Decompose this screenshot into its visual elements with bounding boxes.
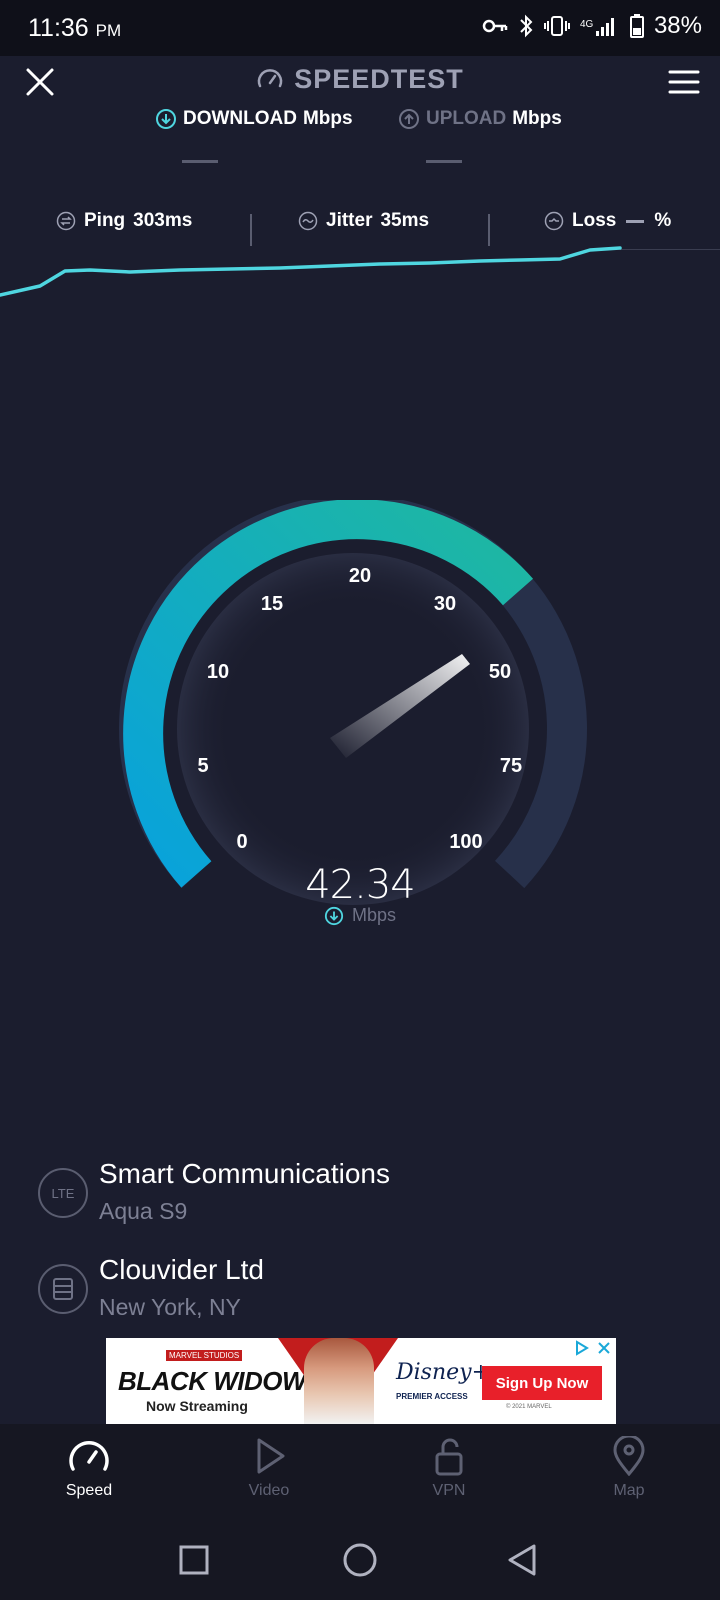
loss-icon <box>544 211 564 231</box>
ad-cta-button[interactable]: Sign Up Now <box>482 1366 602 1400</box>
lte-badge: LTE <box>51 1185 75 1201</box>
jitter-stat: Jitter 35ms <box>298 210 429 232</box>
vibrate-icon <box>543 16 570 36</box>
upload-unit: Mbps <box>512 108 562 129</box>
back-icon[interactable] <box>502 1540 542 1580</box>
nav-video[interactable]: Video <box>209 1436 329 1500</box>
ad-studio: MARVEL STUDIOS <box>166 1350 243 1361</box>
ping-stat: Ping 303ms <box>56 210 192 232</box>
server-location: New York, NY <box>99 1294 241 1320</box>
bluetooth-icon <box>520 14 533 38</box>
bottom-nav: Speed Video VPN Map <box>0 1424 720 1520</box>
tick-label: 100 <box>449 831 482 853</box>
tick-label: 15 <box>261 593 283 615</box>
svg-text:4G: 4G <box>580 19 594 30</box>
ad-choices-icon[interactable] <box>574 1340 590 1356</box>
download-value-placeholder <box>182 160 218 163</box>
battery-icon <box>629 14 644 38</box>
tick-label: 50 <box>489 661 511 683</box>
isp-name: Smart Communications <box>99 1158 390 1189</box>
ad-controls <box>574 1340 612 1356</box>
nav-map-label: Map <box>613 1482 645 1499</box>
tick-label: 0 <box>236 831 247 853</box>
download-label: DOWNLOAD <box>183 108 297 129</box>
unlock-icon <box>435 1438 463 1476</box>
ad-copyright: © 2021 MARVEL <box>506 1404 552 1410</box>
lte-icon: LTE <box>38 1168 88 1218</box>
tick-label: 20 <box>349 565 371 587</box>
status-time-value: 11:36 <box>28 14 89 42</box>
jitter-icon <box>298 211 318 231</box>
status-bar: 11:36 PM 4G 38% <box>0 0 720 56</box>
play-icon <box>257 1438 285 1474</box>
map-pin-icon <box>613 1436 645 1476</box>
nav-video-label: Video <box>248 1482 290 1499</box>
status-icons: 4G 38% <box>482 12 702 40</box>
download-unit: Mbps <box>302 108 353 129</box>
throughput-graph <box>0 246 622 297</box>
ad-subtitle: Now Streaming <box>146 1398 248 1414</box>
server-name: Clouvider Ltd <box>99 1254 264 1285</box>
jitter-value: 35ms <box>380 210 430 231</box>
tick-label: 30 <box>434 593 456 615</box>
current-speed-unit: Mbps <box>0 905 720 926</box>
download-metric: DOWNLOAD Mbps <box>155 108 353 130</box>
nav-speed-label: Speed <box>65 1482 113 1499</box>
status-time-ampm: PM <box>95 21 122 40</box>
loss-value: % <box>654 210 672 231</box>
page-title: SPEEDTEST <box>294 64 464 94</box>
speedometer-icon <box>257 68 283 87</box>
ping-label: Ping <box>84 210 126 231</box>
vpn-key-icon <box>482 19 508 33</box>
speedometer-icon <box>69 1441 109 1471</box>
upload-value-placeholder <box>426 160 462 163</box>
app-title: SPEEDTEST <box>0 64 720 95</box>
jitter-label: Jitter <box>326 210 373 231</box>
loss-dash <box>626 219 645 223</box>
loss-label: Loss <box>572 210 617 231</box>
upload-arrow-icon <box>399 109 419 129</box>
status-time: 11:36 PM <box>28 14 121 43</box>
recents-icon[interactable] <box>174 1540 214 1580</box>
menu-icon[interactable] <box>668 68 700 96</box>
ad-image <box>304 1338 374 1424</box>
nav-vpn[interactable]: VPN <box>389 1436 509 1500</box>
throughput-line <box>0 246 622 297</box>
isp-device: Aqua S9 <box>99 1198 188 1224</box>
download-arrow-icon <box>324 906 344 925</box>
nav-speed[interactable]: Speed <box>29 1436 149 1500</box>
upload-label: UPLOAD <box>426 108 507 129</box>
nav-map[interactable]: Map <box>569 1436 689 1500</box>
battery-percent: 38% <box>653 12 702 39</box>
isp-info[interactable]: LTE Smart Communications Aqua S9 <box>38 1158 678 1238</box>
download-arrow-icon <box>156 109 176 129</box>
system-nav-bar <box>0 1520 720 1600</box>
ad-banner[interactable]: MARVEL STUDIOS BLACK WIDOW Now Streaming… <box>106 1338 616 1424</box>
server-info[interactable]: Clouvider Ltd New York, NY <box>38 1254 678 1334</box>
server-stack-icon <box>53 1278 73 1300</box>
tick-label: 75 <box>500 755 522 777</box>
tick-label: 5 <box>197 755 208 777</box>
ad-brand: Disney+ <box>396 1360 491 1385</box>
ad-brand-sub: PREMIER ACCESS <box>396 1392 468 1401</box>
upload-metric: UPLOAD Mbps <box>398 108 562 130</box>
loss-stat: Loss % <box>544 210 671 232</box>
current-speed: 42.34 <box>305 862 416 908</box>
nav-vpn-label: VPN <box>432 1482 466 1499</box>
tick-label: 10 <box>207 661 229 683</box>
ping-icon <box>56 211 76 231</box>
signal-icon: 4G <box>580 18 614 36</box>
speed-unit-label: Mbps <box>351 905 396 925</box>
ping-value: 303ms <box>133 210 193 231</box>
server-icon <box>38 1264 88 1314</box>
ad-close-icon[interactable] <box>596 1340 612 1356</box>
home-icon[interactable] <box>340 1540 380 1580</box>
